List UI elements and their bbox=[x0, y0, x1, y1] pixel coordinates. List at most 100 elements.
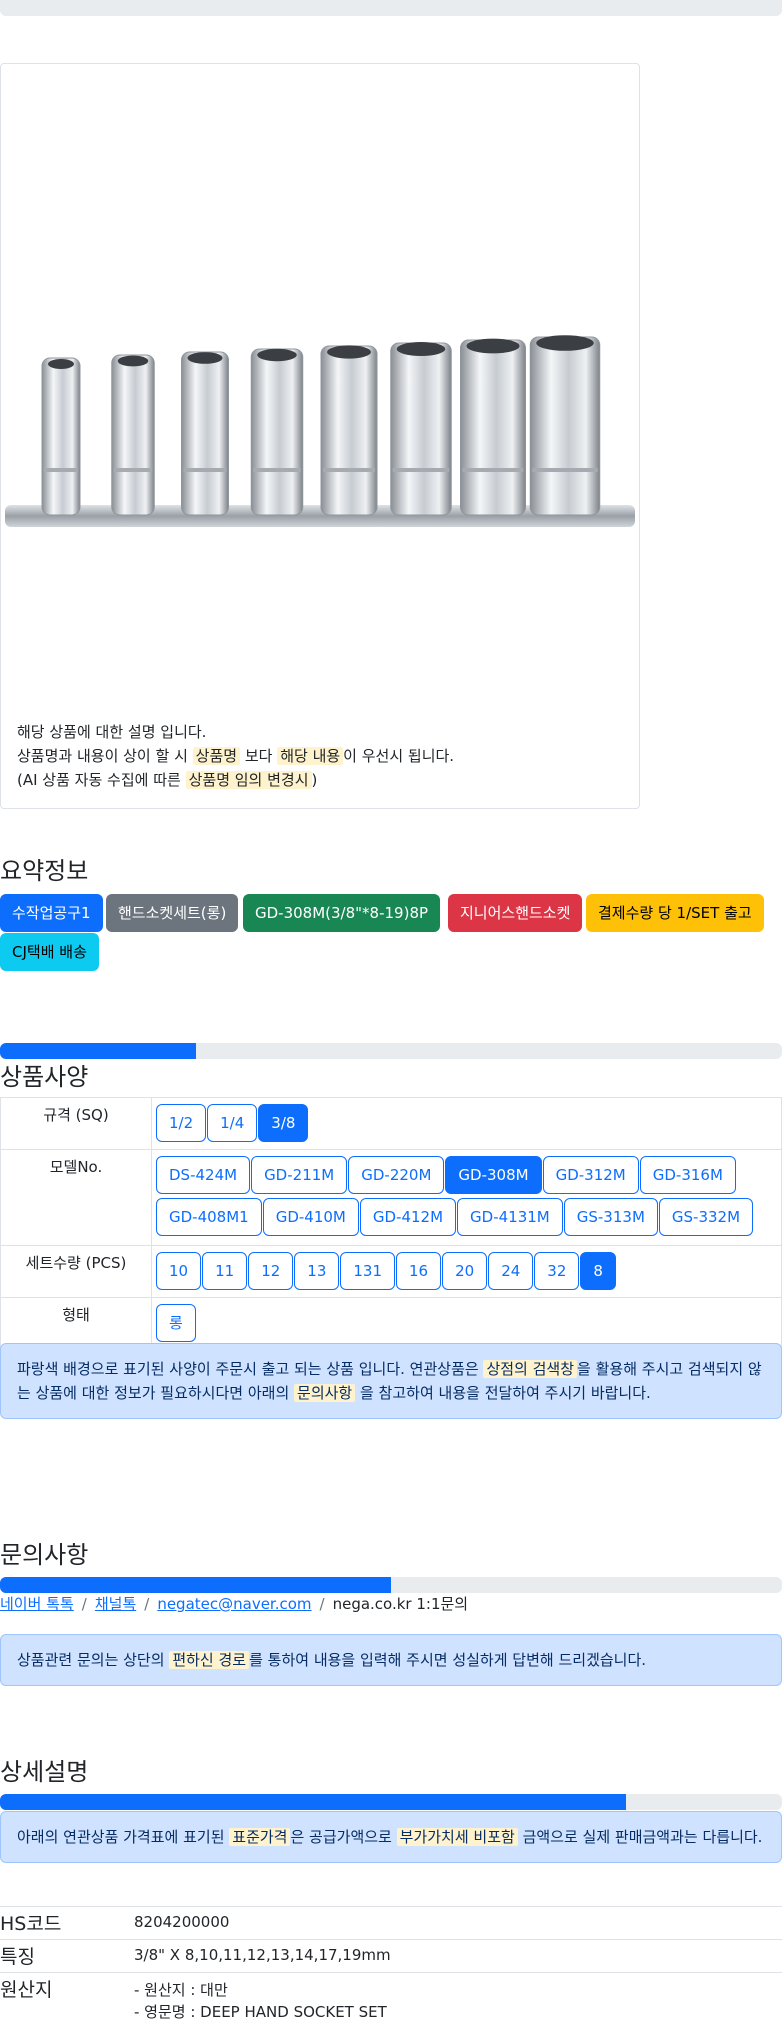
naver-talk-link[interactable]: 네이버 톡톡 bbox=[0, 1595, 74, 1613]
spec-options: 10 11 12 13 131 16 20 24 32 8 bbox=[151, 1245, 782, 1298]
spec-option-button[interactable]: 20 bbox=[442, 1252, 488, 1290]
spec-option-button[interactable]: GD-312M bbox=[542, 1156, 639, 1194]
site-inquiry: nega.co.kr 1:1문의 bbox=[332, 1595, 469, 1613]
spec-options: DS-424M GD-211M GD-220M GD-308M GD-312M GD-31… bbox=[151, 1149, 782, 1246]
highlight-inquiry: 문의사항 bbox=[294, 1384, 356, 1402]
spec-row-model: 모델No. DS-424M GD-211M GD-220M GD-308M GD-312… bbox=[0, 1149, 782, 1246]
top-bar bbox=[0, 0, 782, 16]
spec-notice: 파랑색 배경으로 표기된 사양이 주문시 출고 되는 상품 입니다. 연관상품은… bbox=[0, 1343, 782, 1419]
spec-row-sq: 규격 (SQ) 1/2 1/4 3/8 bbox=[0, 1097, 782, 1150]
option-group-sq: 1/2 1/4 3/8 bbox=[152, 1098, 781, 1148]
spec-label: 세트수량 (PCS) bbox=[0, 1245, 152, 1298]
option-group-pcs: 10 11 12 13 131 16 20 24 32 8 bbox=[152, 1246, 781, 1296]
socket-opening bbox=[187, 352, 223, 364]
socket-opening bbox=[396, 342, 446, 356]
description-line-2: 상품명과 내용이 상이 할 시 상품명 보다 해당 내용 이 우선시 됩니다. bbox=[17, 744, 454, 768]
socket-opening bbox=[327, 345, 371, 359]
inquiry-title: 문의사항 bbox=[0, 1541, 89, 1569]
badge-brand: 지니어스핸드소켓 bbox=[448, 894, 583, 932]
socket-opening bbox=[466, 338, 520, 354]
spec-option-button[interactable]: 16 bbox=[396, 1252, 442, 1290]
socket-band bbox=[253, 468, 301, 472]
inquiry-links: 네이버 톡톡 / 채널톡 / negatec@naver.com / nega.co.kr … bbox=[0, 1593, 468, 1614]
highlight-channel: 편하신 경로 bbox=[169, 1651, 250, 1669]
info-key: HS코드 bbox=[0, 1913, 62, 1935]
socket-band bbox=[323, 468, 375, 472]
spec-option-button[interactable]: GS-332M bbox=[658, 1198, 754, 1236]
notice-text: 금액으로 실제 판매금액과는 다릅니다. bbox=[517, 1828, 763, 1846]
socket-opening bbox=[117, 355, 149, 367]
badge-quantity: 결제수량 당 1/SET 출고 bbox=[586, 894, 764, 932]
socket-body bbox=[529, 336, 601, 516]
spec-option-button[interactable]: 24 bbox=[488, 1252, 534, 1290]
socket-band bbox=[183, 468, 227, 472]
spec-option-button[interactable]: 1/2 bbox=[156, 1104, 207, 1142]
detail-title: 상세설명 bbox=[0, 1758, 89, 1786]
badge-type: 핸드소켓세트(롱) bbox=[106, 894, 239, 932]
spec-option-button[interactable]: 32 bbox=[534, 1252, 580, 1290]
spec-row-shape: 형태 롱 bbox=[0, 1297, 782, 1350]
separator: / bbox=[81, 1595, 87, 1613]
description-text: ) bbox=[311, 771, 318, 789]
highlight-search: 상점의 검색창 bbox=[483, 1360, 578, 1378]
socket-body bbox=[320, 345, 378, 516]
spec-option-button[interactable]: DS-424M bbox=[156, 1156, 251, 1194]
description-text: 상품명과 내용이 상이 할 시 bbox=[17, 747, 193, 765]
product-description: 해당 상품에 대한 설명 입니다. 상품명과 내용이 상이 할 시 상품명 보다… bbox=[17, 720, 454, 792]
inquiry-progress bbox=[0, 1577, 782, 1593]
spec-option-button[interactable]: 13 bbox=[294, 1252, 340, 1290]
spec-option-button[interactable]: 롱 bbox=[156, 1304, 196, 1342]
spec-option-button[interactable]: GD-410M bbox=[262, 1198, 359, 1236]
option-group-shape: 롱 bbox=[152, 1298, 781, 1348]
spec-option-button[interactable]: GD-412M bbox=[359, 1198, 457, 1236]
description-line-1: 해당 상품에 대한 설명 입니다. bbox=[17, 723, 207, 741]
product-image-card: 해당 상품에 대한 설명 입니다. 상품명과 내용이 상이 할 시 상품명 보다… bbox=[0, 63, 640, 809]
badge-shipping: CJ택배 배송 bbox=[0, 933, 99, 971]
info-row-feature: 특징 3/8" X 8,10,11,12,13,14,17,19mm bbox=[0, 1939, 782, 1972]
highlight-content: 해당 내용 bbox=[277, 747, 344, 765]
spec-option-button[interactable]: 12 bbox=[248, 1252, 294, 1290]
separator: / bbox=[144, 1595, 150, 1613]
spec-option-button[interactable]: GD-4131M bbox=[457, 1198, 563, 1236]
spec-option-button[interactable]: GD-308M bbox=[445, 1156, 542, 1194]
info-key: 원산지 bbox=[0, 1979, 53, 2001]
notice-text: 파랑색 배경으로 표기된 사양이 주문시 출고 되는 상품 입니다. 연관상품은 bbox=[17, 1360, 484, 1378]
info-value: 3/8" X 8,10,11,12,13,14,17,19mm bbox=[134, 1946, 391, 1964]
channel-talk-link[interactable]: 채널톡 bbox=[95, 1595, 136, 1613]
socket-band bbox=[532, 468, 598, 472]
spec-option-button[interactable]: GD-220M bbox=[348, 1156, 445, 1194]
spec-option-button[interactable]: 131 bbox=[340, 1252, 396, 1290]
description-line-3: (AI 상품 자동 수집에 따른 상품명 임의 변경시) bbox=[17, 768, 454, 792]
socket-band bbox=[392, 468, 450, 472]
notice-text: 아래의 연관상품 가격표에 표기된 bbox=[17, 1828, 230, 1846]
spec-title: 상품사양 bbox=[0, 1063, 89, 1091]
spec-option-button[interactable]: GS-313M bbox=[563, 1198, 658, 1236]
socket-body bbox=[181, 351, 229, 516]
spec-option-button[interactable]: 1/4 bbox=[207, 1104, 258, 1142]
separator: / bbox=[319, 1595, 325, 1613]
spec-row-pcs: 세트수량 (PCS) 10 11 12 13 131 16 20 24 32 8 bbox=[0, 1245, 782, 1298]
socket-body bbox=[460, 339, 526, 516]
notice-text: 상품관련 문의는 상단의 bbox=[17, 1651, 170, 1669]
spec-label: 형태 bbox=[0, 1297, 152, 1350]
spec-progress bbox=[0, 1043, 782, 1059]
spec-option-button[interactable]: GD-408M1 bbox=[156, 1198, 262, 1236]
socket-opening bbox=[257, 348, 297, 362]
detail-progress-fill bbox=[0, 1794, 626, 1810]
spec-option-button[interactable]: GD-211M bbox=[251, 1156, 348, 1194]
spec-option-button[interactable]: 10 bbox=[156, 1252, 202, 1290]
spec-option-button[interactable]: GD-316M bbox=[639, 1156, 736, 1194]
socket-opening bbox=[536, 335, 594, 351]
socket-band bbox=[113, 468, 153, 472]
spec-option-button[interactable]: 11 bbox=[202, 1252, 248, 1290]
spec-option-button[interactable]: 8 bbox=[580, 1252, 616, 1290]
spec-options: 1/2 1/4 3/8 bbox=[151, 1097, 782, 1150]
email-link[interactable]: negatec@naver.com bbox=[157, 1595, 311, 1613]
spec-option-button[interactable]: 3/8 bbox=[258, 1104, 309, 1142]
highlight-vat: 부가가치세 비포함 bbox=[396, 1828, 518, 1846]
socket-body bbox=[250, 348, 304, 516]
product-info-table: HS코드 8204200000 특징 3/8" X 8,10,11,12,13,… bbox=[0, 1906, 782, 2025]
inquiry-progress-fill bbox=[0, 1577, 391, 1593]
socket-body bbox=[111, 354, 155, 516]
highlight-name-change: 상품명 임의 변경시 bbox=[185, 771, 312, 789]
